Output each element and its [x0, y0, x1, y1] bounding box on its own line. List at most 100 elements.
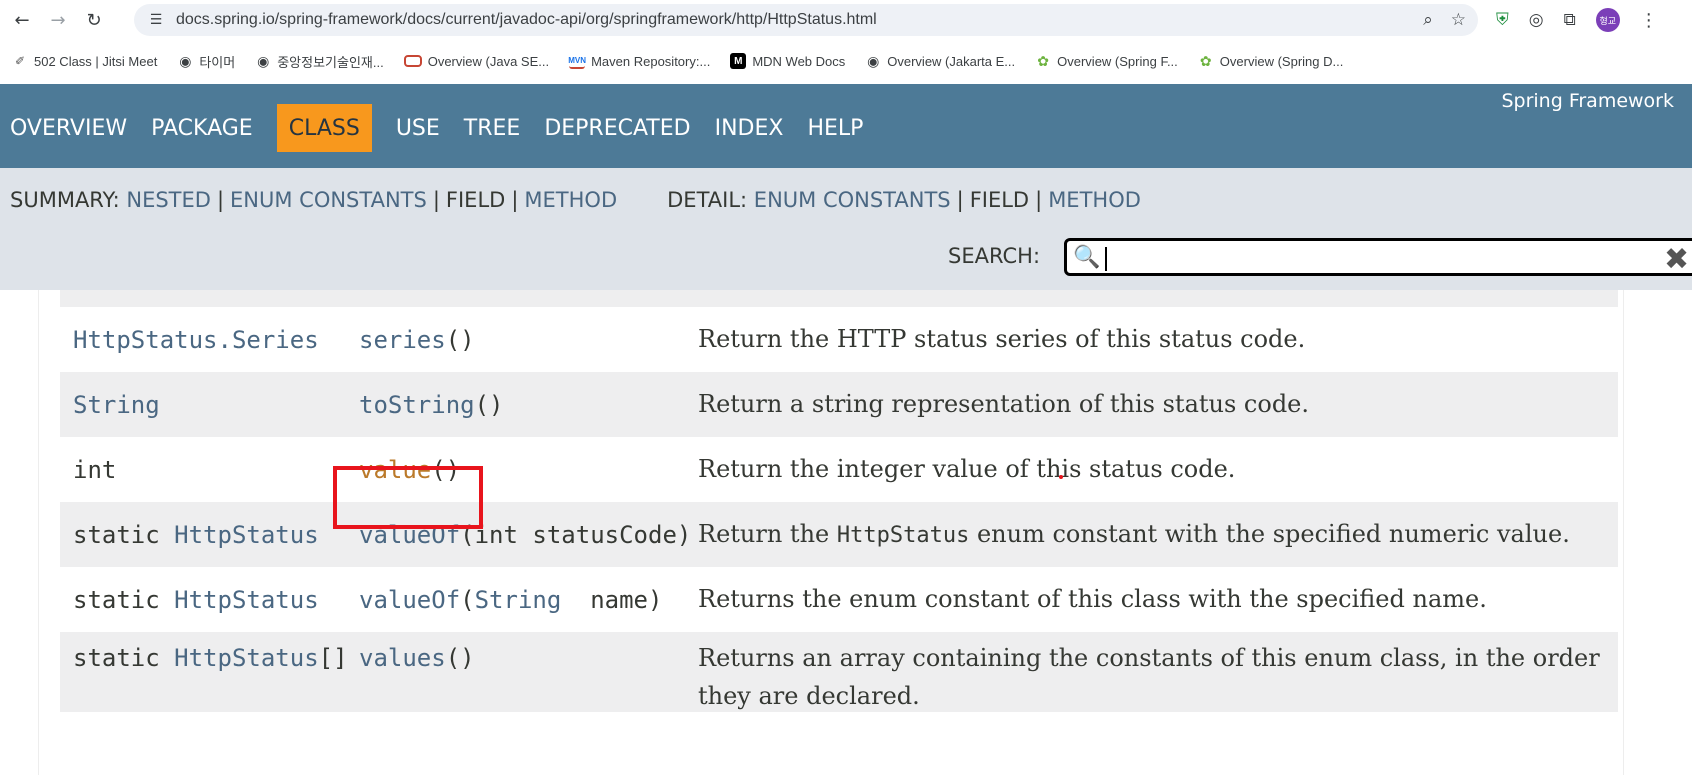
description-cell: Return the integer value of this status … — [698, 451, 1235, 489]
forward-arrow-icon[interactable]: → — [40, 2, 76, 38]
detail-field: FIELD — [969, 188, 1030, 212]
search-input[interactable] — [1104, 243, 1665, 271]
menu-kebab-icon[interactable]: ⋮ — [1640, 10, 1658, 31]
globe-icon: ◉ — [257, 52, 270, 69]
address-url[interactable]: docs.spring.io/spring-framework/docs/cur… — [176, 11, 877, 29]
mdn-icon: M — [730, 53, 747, 69]
nav-index-link[interactable]: INDEX — [703, 104, 796, 152]
table-row: static HttpStatus valueOf(String name) Ret… — [60, 567, 1618, 632]
method-cell: series() — [359, 326, 475, 354]
globe-icon: ◉ — [179, 52, 192, 69]
description-text-line2: they are declared. — [698, 682, 920, 710]
shield-extension-icon[interactable]: ⛨ — [1496, 10, 1509, 30]
summary-method-link[interactable]: METHOD — [524, 188, 617, 212]
params-prefix: ( — [460, 585, 475, 614]
return-type-cell: HttpStatus.Series — [73, 326, 319, 354]
method-name-link[interactable]: series — [359, 326, 446, 354]
address-bar[interactable]: ☰ docs.spring.io/spring-framework/docs/c… — [134, 4, 1478, 36]
description-text: Return the HTTP status series of this st… — [698, 324, 1306, 353]
highlight-annotation-box — [333, 466, 483, 529]
description-text: Return the — [698, 519, 837, 548]
modifier: static — [73, 585, 175, 614]
return-type-link[interactable]: HttpStatus — [174, 521, 319, 549]
summary-nested-link[interactable]: NESTED — [126, 188, 211, 212]
bookmark-item[interactable]: ✿ Overview (Spring F... — [1035, 53, 1178, 69]
jitsi-icon: ✐ — [14, 54, 26, 68]
return-type-link[interactable]: String — [73, 391, 160, 419]
nav-help-link[interactable]: HELP — [795, 104, 875, 152]
description-text: Return a string representation of this s… — [698, 389, 1310, 418]
bookmark-item[interactable]: ◉ Overview (Jakarta E... — [865, 53, 1015, 69]
reset-search-icon[interactable]: ✖ — [1664, 242, 1689, 277]
params-prefix: () — [445, 644, 475, 672]
bookmark-item[interactable]: ✐ 502 Class | Jitsi Meet — [12, 53, 157, 69]
spring-icon: ✿ — [1199, 52, 1212, 69]
search-icon: 🔍 — [1073, 244, 1101, 270]
description-code: HttpStatus — [836, 522, 970, 548]
method-cell: toString() — [359, 391, 504, 419]
text-caret — [1105, 247, 1107, 271]
search-label: SEARCH: — [948, 244, 1041, 268]
search-box[interactable]: 🔍 — [1064, 238, 1692, 276]
nav-use-link[interactable]: USE — [384, 104, 452, 152]
nav-deprecated-link[interactable]: DEPRECATED — [532, 104, 702, 152]
return-type-link[interactable]: HttpStatus — [174, 586, 319, 614]
method-cell: valueOf(String name) — [359, 586, 662, 614]
description-cell: Returns an array containing the constant… — [698, 640, 1600, 715]
bookmark-item[interactable]: ◉ 중앙정보기술인재... — [255, 52, 384, 71]
back-arrow-icon[interactable]: ← — [4, 2, 40, 38]
method-name-link[interactable]: values — [359, 644, 446, 672]
summary-enum-constants-link[interactable]: ENUM CONSTANTS — [230, 188, 427, 212]
description-cell: Return the HTTP status series of this st… — [698, 321, 1305, 359]
annotation-dot — [1059, 475, 1063, 479]
site-info-icon[interactable]: ☰ — [146, 10, 166, 30]
oracle-icon — [403, 55, 422, 67]
return-type-link[interactable]: HttpStatus.Series — [73, 326, 319, 354]
bookmark-item[interactable]: Overview (Java SE... — [403, 54, 549, 69]
bookmark-item[interactable]: M MDN Web Docs — [730, 53, 845, 69]
table-row: String toString() Return a string represen… — [60, 372, 1618, 437]
nav-overview-link[interactable]: OVERVIEW — [10, 104, 139, 152]
return-type-link[interactable]: HttpStatus — [174, 644, 319, 672]
description-text: Returns the enum constant of this class … — [698, 584, 1487, 613]
description-cell: Return the HttpStatus enum constant with… — [698, 516, 1570, 554]
return-type-cell: static HttpStatus[] — [73, 644, 348, 672]
table-row: static HttpStatus[] values() Returns an ar… — [60, 632, 1618, 712]
params-suffix: name) — [561, 585, 663, 614]
subnav-row: SUMMARY: NESTED | ENUM CONSTANTS | FIELD… — [10, 188, 1141, 212]
description-text: Returns an array containing the constant… — [698, 644, 1600, 672]
bookmark-item[interactable]: MVN Maven Repository:... — [568, 53, 710, 69]
bookmarks-bar: ✐ 502 Class | Jitsi Meet ◉ 타이머 ◉ 중앙정보기술인재..… — [0, 44, 1692, 78]
reload-icon[interactable]: ↻ — [76, 2, 112, 38]
modifier: static — [73, 644, 175, 672]
description-text-end: enum constant with the specified numeric… — [969, 519, 1570, 548]
detail-method-link[interactable]: METHOD — [1048, 188, 1141, 212]
nav-tree-link[interactable]: TREE — [452, 104, 533, 152]
method-cell: values() — [359, 644, 475, 672]
return-type-cell: static HttpStatus — [73, 586, 319, 614]
nav-class-active[interactable]: CLASS — [276, 104, 372, 152]
method-name-link[interactable]: toString — [359, 391, 475, 419]
zoom-icon[interactable]: ⌕ — [1423, 10, 1433, 30]
param-type-link[interactable]: String — [475, 586, 562, 614]
detail-enum-constants-link[interactable]: ENUM CONSTANTS — [754, 188, 951, 212]
spring-icon: ✿ — [1037, 52, 1049, 69]
method-name-link[interactable]: valueOf — [359, 586, 460, 614]
bookmark-item[interactable]: ◉ 타이머 — [177, 52, 235, 71]
summary-field: FIELD — [445, 188, 506, 212]
return-type-cell: static HttpStatus — [73, 521, 319, 549]
description-text: Return the integer value of this status … — [698, 454, 1236, 483]
description-cell: Return a string representation of this s… — [698, 386, 1309, 424]
top-nav-links: OVERVIEW PACKAGE CLASS USE TREE DEPRECATED IND… — [10, 104, 875, 152]
params-prefix: (int statusCode) — [460, 520, 692, 549]
nav-package-link[interactable]: PACKAGE — [139, 104, 265, 152]
bookmark-star-icon[interactable]: ☆ — [1451, 10, 1466, 30]
profile-avatar[interactable]: 형교 — [1595, 8, 1620, 32]
detail-label: DETAIL: — [667, 188, 748, 212]
puzzle-icon[interactable]: ⧉ — [1564, 10, 1576, 30]
extension-icon[interactable]: ◎ — [1529, 10, 1544, 30]
bookmark-item[interactable]: ✿ Overview (Spring D... — [1198, 52, 1343, 69]
globe-icon: ◉ — [867, 52, 880, 69]
modifier: int — [73, 455, 117, 484]
summary-label: SUMMARY: — [10, 188, 120, 212]
